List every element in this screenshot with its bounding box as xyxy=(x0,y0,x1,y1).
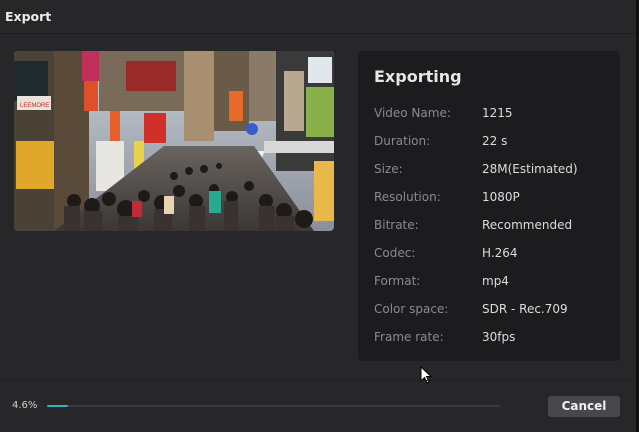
dialog-title: Export xyxy=(5,9,52,24)
info-label: Format: xyxy=(374,274,421,288)
export-progress-bar xyxy=(47,405,500,407)
arrow-pointer-icon xyxy=(420,366,433,384)
info-value: 28M(Estimated) xyxy=(482,162,578,176)
footer-divider xyxy=(0,380,636,381)
info-value: H.264 xyxy=(482,246,518,260)
info-label: Frame rate: xyxy=(374,330,444,344)
info-label: Color space: xyxy=(374,302,449,316)
info-label: Duration: xyxy=(374,134,431,148)
info-label: Resolution: xyxy=(374,190,441,204)
info-value: SDR - Rec.709 xyxy=(482,302,568,316)
info-label: Codec: xyxy=(374,246,416,260)
export-info-panel: Exporting Video Name: 1215 Duration: 22 … xyxy=(358,51,620,361)
title-bar: Export xyxy=(0,0,636,34)
progress-fill xyxy=(47,405,68,407)
info-value: 1080P xyxy=(482,190,520,204)
info-value: 30fps xyxy=(482,330,516,344)
info-value: mp4 xyxy=(482,274,509,288)
info-label: Video Name: xyxy=(374,106,451,120)
shop-sign-text: LEEMORE xyxy=(20,103,49,109)
info-label: Bitrate: xyxy=(374,218,419,232)
video-preview-thumbnail: LEEMORE xyxy=(14,51,334,231)
info-value: 1215 xyxy=(482,106,513,120)
info-label: Size: xyxy=(374,162,403,176)
progress-percent: 4.6% xyxy=(12,400,38,411)
info-value: Recommended xyxy=(482,218,573,232)
exporting-heading: Exporting xyxy=(374,67,462,86)
export-dialog: Export LEEMORE Exporting Video Name: 121… xyxy=(0,0,639,432)
cancel-button[interactable]: Cancel xyxy=(548,396,620,417)
info-value: 22 s xyxy=(482,134,508,148)
